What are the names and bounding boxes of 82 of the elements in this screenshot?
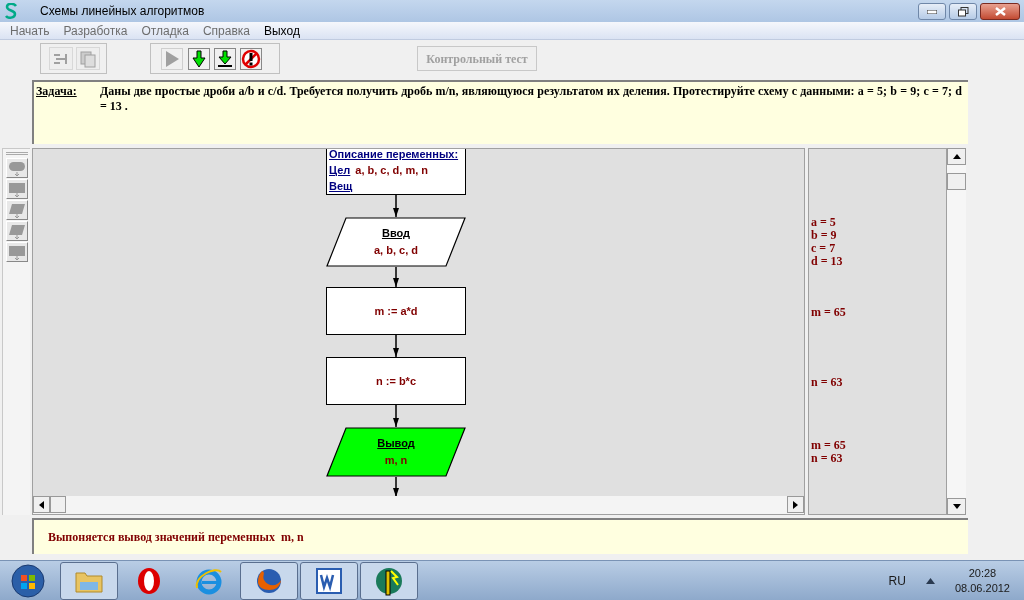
process-block[interactable]: m := a*d [326,287,466,335]
flow-arrow [392,267,400,287]
status-text: Выпоняется вывод значений переменных m, n [48,530,304,544]
output-block[interactable] [326,427,466,477]
type-label: Цел [329,164,351,177]
shape-button[interactable] [5,179,28,199]
start-orb-icon [11,563,45,598]
minimize-icon [927,9,937,14]
block-text: m := a*d [374,305,418,317]
flow-arrow [392,335,400,357]
process-block[interactable]: n := b*c [326,357,466,405]
shape-button[interactable] [5,200,28,220]
flow-arrow [392,477,400,496]
clock-time[interactable]: 20:28 [968,565,997,581]
input-block[interactable] [326,217,466,267]
app-logo-icon [4,3,20,19]
scroll-left-button[interactable] [33,496,50,513]
clock-date[interactable]: 08.06.2012 [954,580,1010,596]
close-icon [994,7,1006,16]
horizontal-scrollbar[interactable] [33,496,804,514]
play-icon [164,49,180,68]
variable-value: m = 65 [811,305,846,319]
scroll-thumb[interactable] [50,496,66,513]
start-button[interactable] [8,562,48,599]
arrow-down-icon [192,49,206,68]
restore-icon [957,6,969,17]
tool-button[interactable] [214,47,236,70]
stop-icon [241,48,261,69]
block-text: a, b, c, d [374,245,418,256]
letter-o-icon [136,565,162,596]
shape-button[interactable] [5,242,28,262]
document-w-icon [315,566,343,595]
scroll-down-button[interactable] [947,498,966,515]
task-label: Задача: [36,84,78,100]
process-shape-icon [6,243,27,261]
scroll-right-button[interactable] [787,496,804,513]
variable-value: n = 63 [811,452,844,465]
block-text: m, n [384,455,408,466]
process-shape-icon [6,180,27,198]
restore-button[interactable] [949,3,977,20]
variable-value: m = 65 [811,439,846,452]
minimize-button[interactable] [918,3,946,20]
terminator-shape-icon [6,159,27,177]
declaration-block[interactable]: Описание переменных: Цел a, b, c, d, m, n Вещ [326,149,466,195]
declaration-title: Описание переменных: [329,149,460,161]
shape-button[interactable] [5,221,28,241]
output-shape-icon [6,222,27,240]
menu-item[interactable]: Выход [257,21,307,40]
scroll-up-button[interactable] [947,148,966,165]
variable-value: c = 7 [811,242,837,255]
variable-value: n = 63 [811,375,843,389]
right-arrow-icon [793,500,798,509]
flow-arrow [392,405,400,427]
flow-arrow [392,195,400,217]
scroll-thumb[interactable] [947,173,966,190]
taskbar-app-button[interactable] [360,561,418,600]
block-title: Вывод [377,438,415,449]
taskbar-app-button[interactable] [60,561,118,600]
language-indicator[interactable]: RU [888,571,906,590]
input-shape-icon [6,201,27,219]
tool-button[interactable] [188,47,210,70]
window-title: Схемы линейных алгоритмов [40,3,205,20]
variable-value: d = 13 [811,255,843,268]
taskbar-app-button[interactable] [240,561,298,600]
left-arrow-icon [39,500,44,509]
task-text: Даны две простые дроби a/b и c/d. Требуется получить дробь m/n, являющуюся результатом их деления. Протестируйте схему с данными: a = 5; b = 9; c = 7; d = 13 . [100,84,962,115]
chevron-up-icon[interactable] [925,577,935,584]
arrow-down-to-line-icon [217,49,233,68]
variable-list: a, b, c, d, m, n [355,164,429,177]
variable-value: b = 9 [811,229,838,242]
document-icon [79,49,97,68]
block-text: n := b*c [375,375,416,387]
close-button[interactable] [980,3,1020,20]
shape-button[interactable] [5,158,28,178]
block-title: Ввод [381,228,411,239]
taskbar-app-button[interactable] [300,561,358,600]
type-label: Вещ [329,180,353,193]
down-arrow-icon [952,504,961,509]
variable-value: a = 5 [811,216,837,229]
tool-button[interactable] [240,47,262,70]
vertical-scrollbar[interactable] [947,148,966,515]
up-arrow-icon [952,154,961,159]
